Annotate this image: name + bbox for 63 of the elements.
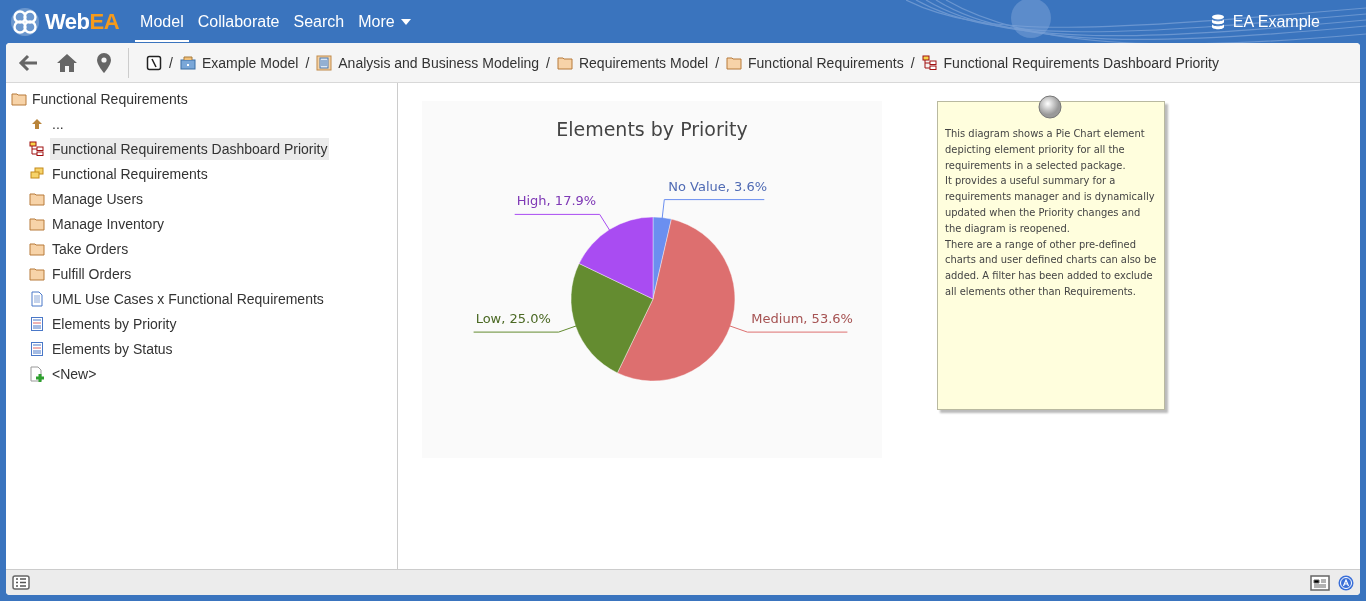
tree-item[interactable]: Elements by Priority	[27, 311, 182, 336]
folder-icon	[29, 240, 45, 257]
diagram-icon	[29, 140, 45, 157]
folder-icon	[29, 190, 45, 207]
note-text: There are a range of other pre-defined charts and user defined charts can also be added. A filter has been added to exclude all elements other than Requirements.	[945, 236, 1158, 300]
path-separator: /	[715, 54, 719, 71]
path-separator: /	[910, 54, 915, 71]
tree-item[interactable]: <New>	[27, 361, 102, 386]
root-icon	[146, 54, 162, 71]
view-icon	[316, 54, 333, 71]
tree-item[interactable]: Take Orders	[27, 236, 134, 261]
tree-item[interactable]: Functional Requirements	[27, 161, 213, 186]
logo-text: WebEA	[45, 8, 120, 35]
slice-label: Medium, 53.6%	[751, 311, 853, 327]
repository-name[interactable]: EA Example	[1232, 12, 1320, 31]
user-avatar-icon[interactable]	[1338, 574, 1354, 591]
note-text: It provides a useful summary for a requirements manager and is dynamically updated when the Priority changes and the diagram is reopened.	[945, 173, 1156, 237]
slice-label: Low, 25.0%	[475, 311, 551, 327]
report-icon	[29, 315, 45, 332]
document-icon	[29, 290, 45, 307]
folder-icon	[726, 54, 742, 71]
breadcrumb-item[interactable]: Analysis and Business Modeling	[316, 54, 540, 71]
path-separator: /	[169, 54, 173, 71]
database-icon	[1210, 13, 1225, 30]
chart-title: Elements by Priority	[556, 118, 748, 140]
logo-icon	[10, 6, 40, 37]
list-icon[interactable]	[12, 575, 30, 590]
report-icon	[29, 340, 45, 357]
breadcrumb-item[interactable]: Functional Requirements Dashboard Priority	[921, 54, 1219, 71]
tree-item[interactable]: Manage Users	[27, 186, 149, 211]
location-pin-icon[interactable]	[96, 51, 112, 74]
tree-item[interactable]: ...	[27, 111, 69, 136]
folder-icon	[29, 215, 45, 232]
tree-item[interactable]: Manage Inventory	[27, 211, 170, 236]
slice-label: No Value, 3.6%	[668, 178, 768, 194]
folder-icon	[556, 54, 573, 71]
back-arrow-icon[interactable]	[18, 53, 38, 72]
tree-item[interactable]: UML Use Cases x Functional Requirements	[27, 286, 329, 311]
breadcrumb-item[interactable]: Example Model	[179, 54, 299, 71]
nav-tab[interactable]: More	[353, 1, 416, 42]
diagram-icon	[921, 54, 938, 71]
path-separator: /	[305, 54, 310, 71]
new-item-icon	[29, 365, 45, 382]
slice-label: High, 17.9%	[516, 193, 597, 209]
tree-item[interactable]: Elements by Status	[27, 336, 178, 361]
tree-root-item[interactable]: Functional Requirements	[6, 86, 193, 111]
element-icon	[29, 165, 45, 182]
caret-icon	[400, 18, 411, 25]
note-text: This diagram shows a Pie Chart element depicting element priority for all the requirements in a selected package.	[945, 126, 1146, 174]
folder-icon	[11, 90, 27, 107]
home-icon[interactable]	[56, 52, 78, 73]
breadcrumb-item[interactable]	[146, 54, 162, 71]
properties-panel-icon[interactable]	[1310, 574, 1330, 591]
pin-icon	[1038, 95, 1062, 119]
path-separator: /	[546, 54, 550, 71]
breadcrumb-item[interactable]: Requirements Model	[556, 54, 709, 71]
tree-item[interactable]: Fulfill Orders	[27, 261, 137, 286]
package-icon	[179, 54, 196, 71]
nav-tab[interactable]: Search	[288, 1, 350, 42]
nav-tab[interactable]: Collaborate	[192, 1, 285, 42]
breadcrumb-item[interactable]: Functional Requirements	[726, 54, 904, 71]
folder-icon	[29, 265, 45, 282]
nav-tab[interactable]: Model	[135, 1, 189, 42]
